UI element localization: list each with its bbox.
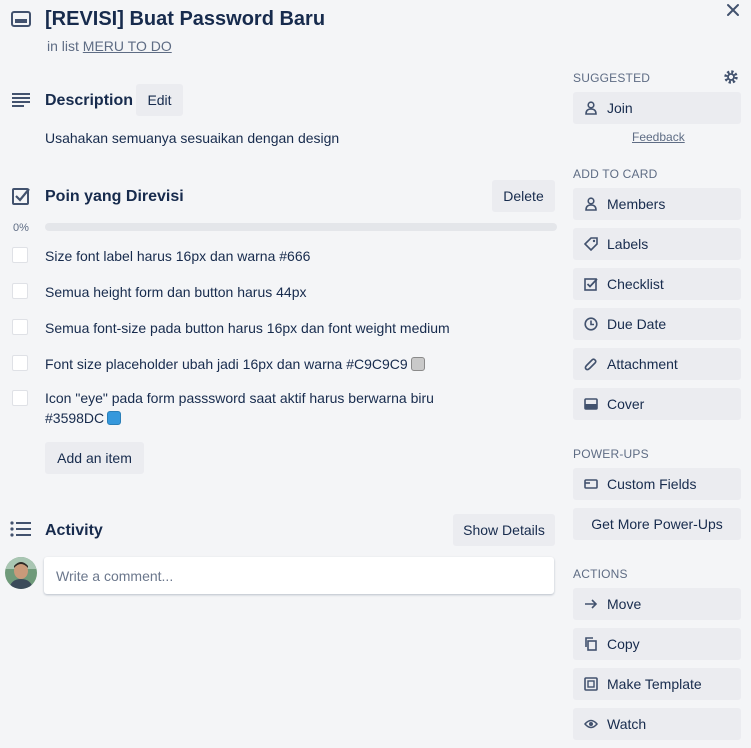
template-icon <box>584 677 598 691</box>
due-date-button[interactable]: Due Date <box>573 308 741 340</box>
checklist-item-text[interactable]: Semua font-size pada button harus 16px d… <box>45 318 450 338</box>
edit-description-button[interactable]: Edit <box>136 84 183 116</box>
description-text[interactable]: Usahakan semuanya sesuaikan dengan desig… <box>45 130 339 146</box>
person-icon <box>584 101 598 115</box>
description-icon <box>11 92 31 108</box>
attachment-label: Attachment <box>607 356 678 372</box>
card-title[interactable]: [REVISI] Buat Password Baru <box>45 8 325 31</box>
get-more-power-ups-button[interactable]: Get More Power-Ups <box>573 508 741 540</box>
due-date-label: Due Date <box>607 316 667 332</box>
checklist-item-text: Font size placeholder ubah jadi 16px dan… <box>45 356 408 372</box>
person-icon <box>584 197 598 211</box>
labels-button[interactable]: Labels <box>573 228 741 260</box>
checklist-item-checkbox[interactable] <box>12 283 28 299</box>
join-label: Join <box>607 100 633 116</box>
cover-icon <box>584 398 598 410</box>
make-template-label: Make Template <box>607 676 702 692</box>
feedback-link[interactable]: Feedback <box>632 130 685 144</box>
suggested-heading: SUGGESTED <box>573 71 651 85</box>
activity-heading: Activity <box>45 522 103 539</box>
description-heading: Description <box>45 92 134 109</box>
checklist-icon <box>584 277 598 291</box>
add-item-button[interactable]: Add an item <box>45 442 144 474</box>
cover-label: Cover <box>607 396 645 412</box>
add-to-card-heading: ADD TO CARD <box>573 167 658 181</box>
checklist-item-checkbox[interactable] <box>12 355 28 371</box>
progress-bar <box>45 223 557 231</box>
make-template-button[interactable]: Make Template <box>573 668 741 700</box>
color-swatch-grey <box>410 357 425 371</box>
checklist-item-checkbox[interactable] <box>12 390 28 406</box>
actions-heading: ACTIONS <box>573 567 628 581</box>
in-list-prefix: in list <box>47 38 79 54</box>
checklist-item-checkbox[interactable] <box>12 247 28 263</box>
tag-icon <box>584 237 598 251</box>
checklist-label: Checklist <box>607 276 664 292</box>
checklist-heading[interactable]: Poin yang Direvisi <box>45 188 184 206</box>
show-details-button[interactable]: Show Details <box>453 514 555 546</box>
eye-icon <box>584 718 598 730</box>
checklist-button[interactable]: Checklist <box>573 268 741 300</box>
close-icon[interactable] <box>725 2 741 18</box>
power-ups-heading: POWER-UPS <box>573 447 649 461</box>
members-button[interactable]: Members <box>573 188 741 220</box>
activity-icon <box>10 521 32 537</box>
watch-button[interactable]: Watch <box>573 708 741 740</box>
arrow-right-icon <box>584 598 598 610</box>
checklist-item-text-line1: Icon "eye" pada form passsword saat akti… <box>45 390 434 406</box>
checklist-item[interactable]: Icon "eye" pada form passsword saat akti… <box>45 388 434 428</box>
cover-button[interactable]: Cover <box>573 388 741 420</box>
custom-fields-icon <box>584 478 598 490</box>
delete-checklist-button[interactable]: Delete <box>492 180 555 212</box>
comment-input[interactable]: Write a comment... <box>44 557 554 594</box>
list-breadcrumb: in list MERU TO DO <box>47 38 172 54</box>
move-button[interactable]: Move <box>573 588 741 620</box>
labels-label: Labels <box>607 236 649 252</box>
checklist-icon <box>11 186 31 206</box>
copy-label: Copy <box>607 636 640 652</box>
copy-icon <box>584 637 598 651</box>
attachment-button[interactable]: Attachment <box>573 348 741 380</box>
custom-fields-button[interactable]: Custom Fields <box>573 468 741 500</box>
progress-percent: 0% <box>13 222 29 234</box>
checklist-item-text[interactable]: Semua height form dan button harus 44px <box>45 282 307 302</box>
copy-button[interactable]: Copy <box>573 628 741 660</box>
checklist-item-checkbox[interactable] <box>12 319 28 335</box>
color-swatch-blue <box>107 411 122 425</box>
checklist-item-text[interactable]: Size font label harus 16px dan warna #66… <box>45 246 310 266</box>
paperclip-icon <box>584 357 598 371</box>
checklist-item[interactable]: Font size placeholder ubah jadi 16px dan… <box>45 354 425 374</box>
list-link[interactable]: MERU TO DO <box>83 38 172 54</box>
avatar[interactable] <box>5 557 37 589</box>
clock-icon <box>584 317 598 331</box>
checklist-item-text-line2: #3598DC <box>45 410 105 426</box>
watch-label: Watch <box>607 716 647 732</box>
members-label: Members <box>607 196 666 212</box>
custom-fields-label: Custom Fields <box>607 476 697 492</box>
card-icon <box>11 11 31 27</box>
move-label: Move <box>607 596 642 612</box>
gear-icon[interactable] <box>723 69 739 85</box>
join-button[interactable]: Join <box>573 92 741 124</box>
